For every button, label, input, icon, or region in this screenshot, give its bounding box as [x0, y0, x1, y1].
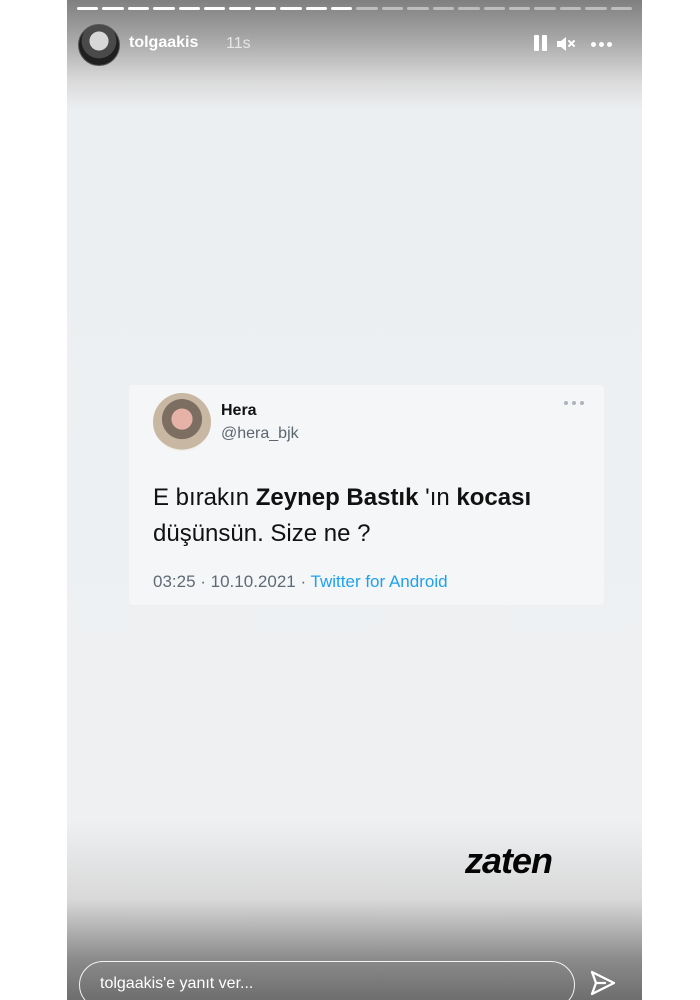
tweet-author-name: Hera — [221, 402, 257, 419]
reply-placeholder: tolgaakis'e yanıt ver... — [100, 975, 254, 992]
story-progress-segment — [102, 7, 124, 10]
story-progress-segment — [381, 7, 404, 10]
story-progress-segment — [280, 7, 302, 10]
story-progress-segment — [610, 7, 632, 10]
tweet-text-part-1: E bırakın — [153, 484, 256, 511]
story-progress-segment — [432, 7, 455, 10]
tweet-author-handle: @hera_bjk — [221, 425, 299, 442]
story-progress-segment — [534, 7, 556, 10]
profile-avatar[interactable] — [78, 24, 120, 66]
story-progress-segment — [458, 7, 480, 10]
story-progress-segment — [508, 7, 531, 10]
tweet-text-part-4: kocası — [456, 484, 532, 511]
tweet-meta: 03:25 · 10.10.2021 · Twitter for Android — [153, 572, 448, 592]
story-progress-bar — [77, 7, 632, 10]
story-progress-segment — [407, 7, 429, 10]
username[interactable]: tolgaakis — [129, 34, 198, 52]
tweet-author-avatar — [153, 393, 211, 451]
story-progress-segment — [204, 7, 226, 10]
tweet-text-part-2: Zeynep Bastık — [255, 484, 419, 511]
story-progress-segment — [356, 7, 378, 10]
story-viewer: tolgaakis 11s Hera @hera_bjk E bırakın Z… — [67, 0, 642, 1000]
tweet-text: E bırakın Zeynep Bastık 'ın kocası düşün… — [153, 480, 553, 552]
tweet-time: 03:25 · 10.10.2021 · — [153, 572, 311, 591]
mute-icon[interactable] — [554, 32, 578, 56]
story-progress-segment — [585, 7, 607, 10]
story-time-ago: 11s — [226, 35, 251, 52]
tweet-source: Twitter for Android — [310, 572, 448, 591]
story-header: tolgaakis 11s — [78, 24, 630, 66]
pause-icon[interactable] — [528, 32, 552, 56]
story-progress-segment — [483, 7, 505, 10]
tweet-text-part-5: düşünsün. Size ne ? — [153, 520, 371, 547]
reply-input[interactable]: tolgaakis'e yanıt ver... — [79, 961, 575, 1000]
story-progress-segment — [229, 7, 251, 10]
story-progress-segment — [178, 7, 201, 10]
more-icon[interactable] — [590, 32, 614, 56]
story-progress-segment — [77, 7, 99, 10]
story-progress-segment — [559, 7, 582, 10]
story-progress-segment — [305, 7, 328, 10]
story-text-sticker: zaten — [465, 840, 553, 881]
tweet-card: Hera @hera_bjk E bırakın Zeynep Bastık '… — [129, 385, 604, 605]
tweet-text-part-3: 'ın — [418, 484, 457, 511]
send-icon[interactable] — [588, 968, 618, 998]
story-progress-segment — [331, 7, 353, 10]
story-progress-segment — [127, 7, 150, 10]
tweet-more-icon[interactable] — [564, 399, 586, 407]
story-progress-segment — [254, 7, 277, 10]
story-progress-segment — [153, 7, 175, 10]
